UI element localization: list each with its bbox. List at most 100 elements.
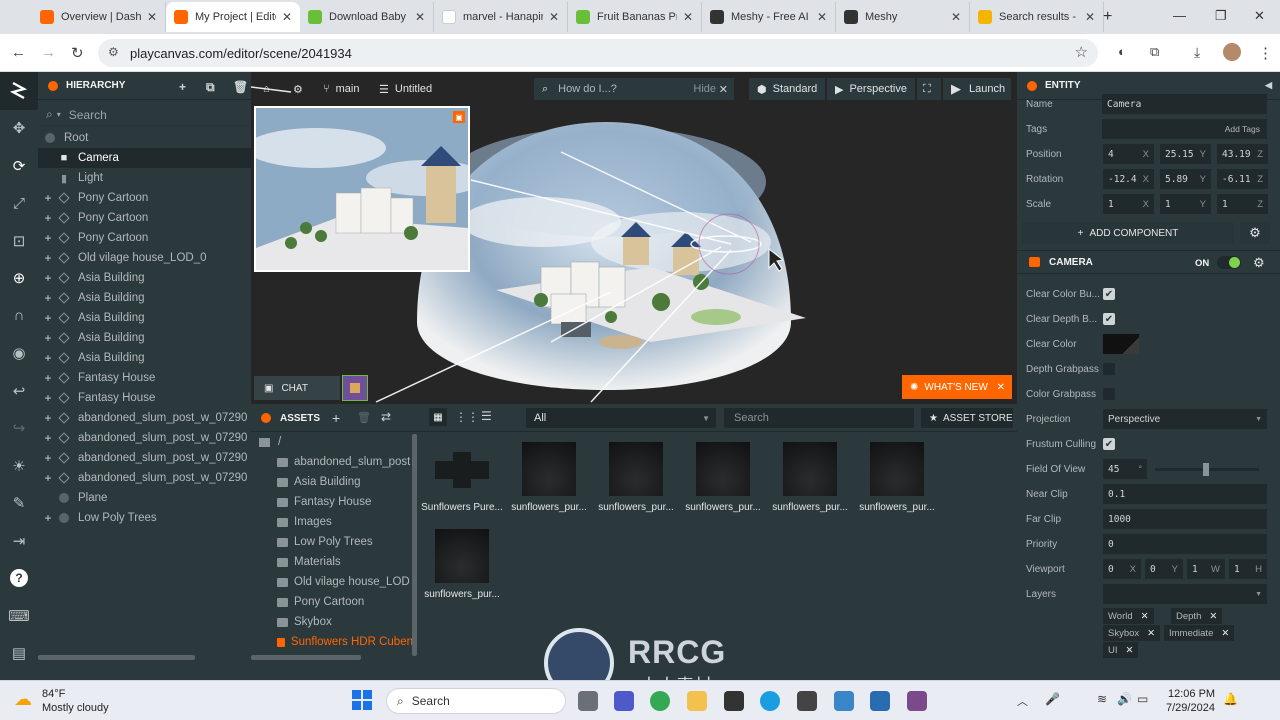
launch-button[interactable]: ▶ Launch	[943, 78, 1011, 100]
hierarchy-item[interactable]: Root	[38, 128, 251, 148]
list-view-icon[interactable]: ☰	[481, 409, 492, 423]
new-tab-icon[interactable]: +	[1103, 8, 1112, 26]
delete-asset-icon[interactable]: 🗑	[357, 411, 371, 424]
viewport-field[interactable]: 1H	[1229, 559, 1267, 579]
asset-folder[interactable]: Pony Cartoon	[251, 592, 413, 612]
notepad-icon[interactable]	[834, 691, 854, 711]
chrome-menu-icon[interactable]: ⋮	[1258, 44, 1273, 62]
near-clip-field[interactable]: 0.1	[1103, 484, 1267, 504]
hierarchy-item[interactable]: + Pony Cartoon	[38, 208, 251, 228]
small-grid-icon[interactable]: ⋮⋮	[455, 410, 479, 424]
start-button[interactable]	[352, 690, 372, 710]
hierarchy-item[interactable]: + Pony Cartoon	[38, 188, 251, 208]
home-button[interactable]: ⌂	[255, 78, 278, 100]
scene-viewport[interactable]: ▣ ⌂ ⚙ ⑂ main ☰ Untitled ⌕ How do I...? Hid…	[251, 72, 1017, 404]
close-tab-icon[interactable]: ✕	[415, 10, 425, 24]
hierarchy-item[interactable]: + abandoned_slum_post_w_07290	[38, 468, 251, 488]
close-tab-icon[interactable]: ✕	[282, 10, 292, 24]
redo-icon[interactable]: ↪	[0, 410, 38, 448]
priority-field[interactable]: 0	[1103, 534, 1267, 554]
expand-icon[interactable]: +	[38, 331, 58, 345]
help-search[interactable]: ⌕ How do I...? Hide ✕	[534, 78, 734, 100]
edge-icon[interactable]	[760, 691, 780, 711]
asset-folder[interactable]: Low Poly Trees	[251, 532, 413, 552]
publish-icon[interactable]: ⇥	[0, 522, 38, 560]
hierarchy-item[interactable]: + abandoned_slum_post_w_07290	[38, 448, 251, 468]
asset-item[interactable]: sunflowers_pur...	[595, 442, 677, 513]
file-explorer-icon[interactable]	[687, 691, 707, 711]
resize-icon[interactable]: ⊡	[0, 222, 38, 260]
temperature[interactable]: 84°F	[42, 688, 65, 700]
projection-select[interactable]: Perspective ▼	[1103, 409, 1267, 429]
expand-icon[interactable]: +	[38, 371, 58, 385]
frustum-culling-checkbox[interactable]: ✔	[1103, 438, 1115, 450]
hierarchy-item[interactable]: Plane	[38, 488, 251, 508]
site-info-icon[interactable]: ⚙	[108, 45, 119, 59]
search-filter-chevron-icon[interactable]: ▾	[57, 110, 61, 119]
asset-item[interactable]: sunflowers_pur...	[769, 442, 851, 513]
asset-store-button[interactable]: ★ ASSET STORE	[921, 408, 1013, 428]
fov-field[interactable]: 45 °	[1103, 459, 1147, 479]
weather-icon[interactable]: ☁	[14, 689, 32, 710]
name-field[interactable]: Camera	[1102, 94, 1267, 114]
asset-folder[interactable]: abandoned_slum_post	[251, 452, 413, 472]
asset-folder[interactable]: Skybox	[251, 612, 413, 632]
extension-icon[interactable]: ◐	[1118, 44, 1126, 59]
minimize-icon[interactable]: —	[1173, 8, 1186, 23]
viewport-field[interactable]: 0Y	[1145, 559, 1183, 579]
hierarchy-item[interactable]: ▮ Light	[38, 168, 251, 188]
expand-icon[interactable]: +	[38, 471, 58, 485]
clear-depth-buffer-checkbox[interactable]: ✔	[1103, 313, 1115, 325]
close-window-icon[interactable]: ✕	[1254, 8, 1265, 24]
position-z-field[interactable]: 43.19 Z	[1217, 144, 1268, 164]
asset-folder[interactable]: Asia Building	[251, 472, 413, 492]
color-grabpass-checkbox[interactable]	[1103, 388, 1115, 400]
layer-chip[interactable]: Skybox ✕	[1103, 625, 1161, 641]
expand-icon[interactable]: +	[38, 511, 58, 525]
remove-layer-icon[interactable]: ✕	[1141, 611, 1149, 622]
code-editor-icon[interactable]: ✎	[0, 485, 38, 523]
component-settings-button[interactable]: ⚙	[1240, 222, 1270, 244]
hierarchy-item[interactable]: + Low Poly Trees	[38, 508, 251, 528]
hierarchy-item[interactable]: + abandoned_slum_post_w_07290	[38, 428, 251, 448]
camera-settings-icon[interactable]: ⚙	[1253, 255, 1265, 271]
folder-root[interactable]: /	[251, 432, 413, 452]
expand-icon[interactable]: +	[38, 271, 58, 285]
expand-icon[interactable]: +	[38, 211, 58, 225]
battery-icon[interactable]: ▭	[1137, 692, 1148, 706]
expand-icon[interactable]: +	[38, 231, 58, 245]
browser-tab[interactable]: Overview | Dashbo ✕	[32, 2, 166, 32]
add-entity-icon[interactable]: +	[179, 80, 186, 94]
bookmark-star-icon[interactable]: ☆	[1075, 43, 1088, 61]
hierarchy-item[interactable]: + Fantasy House	[38, 388, 251, 408]
taskbar-search[interactable]: ⌕ Search	[386, 688, 566, 714]
expand-icon[interactable]: +	[38, 191, 58, 205]
expand-icon[interactable]: +	[38, 431, 58, 445]
clear-color-swatch[interactable]	[1103, 334, 1139, 354]
playcanvas-logo-icon[interactable]	[0, 72, 38, 110]
expand-icon[interactable]: +	[38, 391, 58, 405]
browser-tab[interactable]: Meshy - Free AI ✕	[702, 2, 836, 32]
close-tab-icon[interactable]: ✕	[817, 10, 827, 24]
speaker-icon[interactable]: 🔊	[1117, 692, 1132, 706]
position-x-field[interactable]: 4X	[1103, 144, 1154, 164]
camera-toggle[interactable]	[1217, 256, 1241, 269]
close-tab-icon[interactable]: ✕	[683, 10, 693, 24]
chat-button[interactable]: ▣ CHAT	[254, 376, 340, 400]
lightmapper-icon[interactable]: ☀	[0, 447, 38, 485]
expand-icon[interactable]: +	[38, 251, 58, 265]
close-help-icon[interactable]: ✕	[719, 83, 728, 96]
close-tab-icon[interactable]: ✕	[147, 10, 157, 24]
unity-icon[interactable]	[724, 691, 744, 711]
expand-icon[interactable]: +	[38, 291, 58, 305]
browser-tab[interactable]: My Project | Edito ✕	[166, 2, 300, 32]
notifications-icon[interactable]: 🔔	[1223, 692, 1238, 706]
scale-z-field[interactable]: 1Z	[1217, 194, 1268, 214]
asset-search-input[interactable]: Search	[724, 408, 914, 428]
rotate-icon[interactable]: ⟳	[0, 147, 38, 185]
up-folder-icon[interactable]: ⇄	[381, 410, 391, 424]
maximize-icon[interactable]: ❐	[1215, 8, 1227, 24]
asset-folder[interactable]: Old vilage house_LOD	[251, 572, 413, 592]
browser-tab[interactable]: Search results - G ✕	[970, 2, 1104, 32]
fullscreen-button[interactable]: ⛶	[917, 78, 941, 100]
